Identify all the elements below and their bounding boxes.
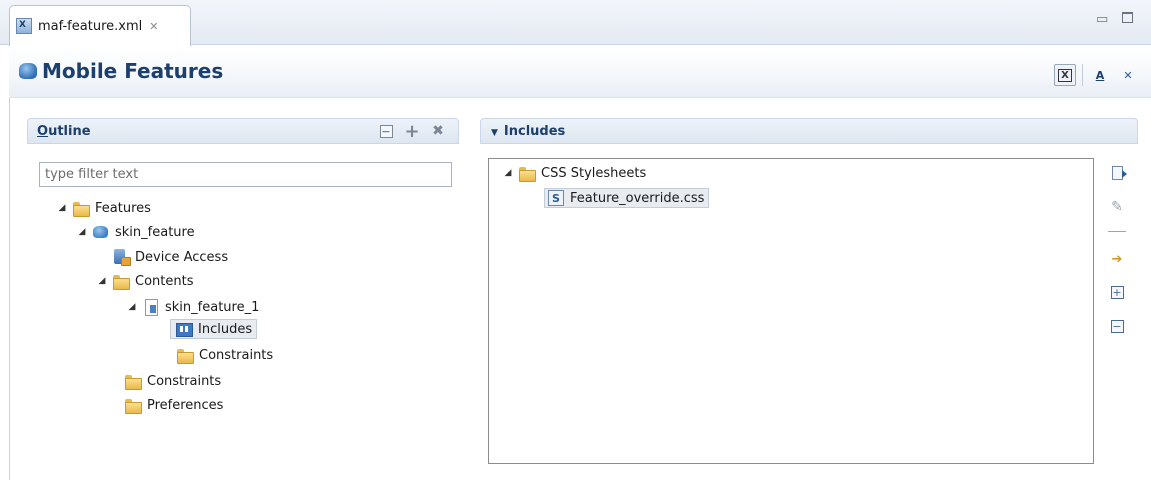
tree-item-includes[interactable]: Includes: [170, 318, 258, 340]
folder-icon: [124, 373, 142, 390]
tree-item-feature-override-css[interactable]: S Feature_override.css: [544, 187, 710, 209]
expand-arrow-icon[interactable]: ◢: [56, 203, 68, 213]
edit-pencil-icon[interactable]: ✎: [1108, 198, 1126, 216]
xml-source-icon: X: [1058, 68, 1072, 82]
expand-arrow-icon[interactable]: ◢: [96, 276, 108, 286]
tree-item-features[interactable]: ◢ Features: [56, 197, 151, 219]
filter-input[interactable]: [39, 162, 452, 187]
collapse-all-icon[interactable]: −: [378, 123, 394, 139]
expand-arrow-icon[interactable]: ◢: [502, 168, 514, 178]
tree-item-constraints[interactable]: Constraints: [120, 370, 221, 392]
selected-row-highlight: Includes: [170, 319, 258, 339]
form-header: Mobile Features X A ✕: [9, 46, 1151, 98]
folder-icon: [72, 200, 90, 217]
header-toolbar: X A ✕: [1048, 64, 1139, 86]
includes-title: ▼ Includes: [491, 124, 566, 139]
folder-icon: [518, 165, 536, 182]
folder-icon: [112, 273, 130, 290]
move-into-icon[interactable]: ➔: [1108, 250, 1126, 268]
collapse-all-icon[interactable]: −: [1108, 317, 1126, 335]
add-icon[interactable]: +: [404, 121, 420, 142]
includes-section-header[interactable]: ▼ Includes: [480, 118, 1138, 144]
expand-all-icon[interactable]: +: [1108, 283, 1126, 301]
source-view-button[interactable]: X: [1054, 64, 1076, 86]
editor-tab-bar: X maf-feature.xml ✕ ▭: [0, 0, 1151, 46]
tree-item-skin-feature[interactable]: ◢ skin_feature: [76, 221, 195, 243]
outline-section-header: Outline − + ✖: [27, 118, 459, 144]
expand-arrow-icon[interactable]: ◢: [126, 302, 138, 312]
tree-item-device-access[interactable]: Device Access: [108, 246, 228, 268]
maximize-icon[interactable]: [1122, 12, 1133, 27]
disable-button[interactable]: ✕: [1117, 64, 1139, 86]
add-include-icon[interactable]: [1108, 164, 1127, 182]
minimize-icon[interactable]: ▭: [1096, 12, 1108, 27]
selected-row-highlight: S Feature_override.css: [544, 188, 710, 208]
expand-arrow-icon[interactable]: ◢: [76, 227, 88, 237]
tree-item-skin-feature-1[interactable]: ◢ skin_feature_1: [126, 296, 259, 318]
tree-item-content-constraints[interactable]: Constraints: [172, 344, 273, 366]
tree-item-css-stylesheets[interactable]: ◢ CSS Stylesheets: [502, 162, 646, 184]
collapse-triangle-icon[interactable]: ▼: [491, 128, 498, 138]
xml-file-icon: X: [16, 18, 32, 34]
editor-tab-maf-feature[interactable]: X maf-feature.xml ✕: [9, 5, 191, 46]
tree-item-contents[interactable]: ◢ Contents: [96, 270, 193, 292]
feature-icon: [92, 224, 110, 240]
editor-tab-label: maf-feature.xml: [38, 18, 143, 34]
tree-item-preferences[interactable]: Preferences: [120, 394, 223, 416]
outline-title[interactable]: Outline: [37, 124, 91, 139]
feature-cube-icon: [19, 63, 37, 79]
pin-icon: ✕: [1123, 68, 1133, 82]
content-file-icon: [142, 299, 160, 316]
toolbar-separator: [1082, 64, 1083, 86]
device-access-icon: [112, 249, 131, 266]
includes-icon: [175, 321, 193, 337]
page-title: Mobile Features: [42, 59, 224, 83]
folder-icon: [176, 347, 194, 364]
design-icon: A: [1095, 68, 1105, 82]
close-tab-icon[interactable]: ✕: [149, 20, 158, 33]
editor-left-border: [9, 98, 10, 480]
stylesheet-icon: S: [548, 190, 564, 206]
delete-icon[interactable]: ✖: [430, 123, 446, 139]
folder-icon: [124, 397, 142, 414]
outline-toolbar: − + ✖: [378, 121, 446, 142]
toolbar-separator: [1108, 231, 1126, 232]
design-view-button[interactable]: A: [1089, 64, 1111, 86]
